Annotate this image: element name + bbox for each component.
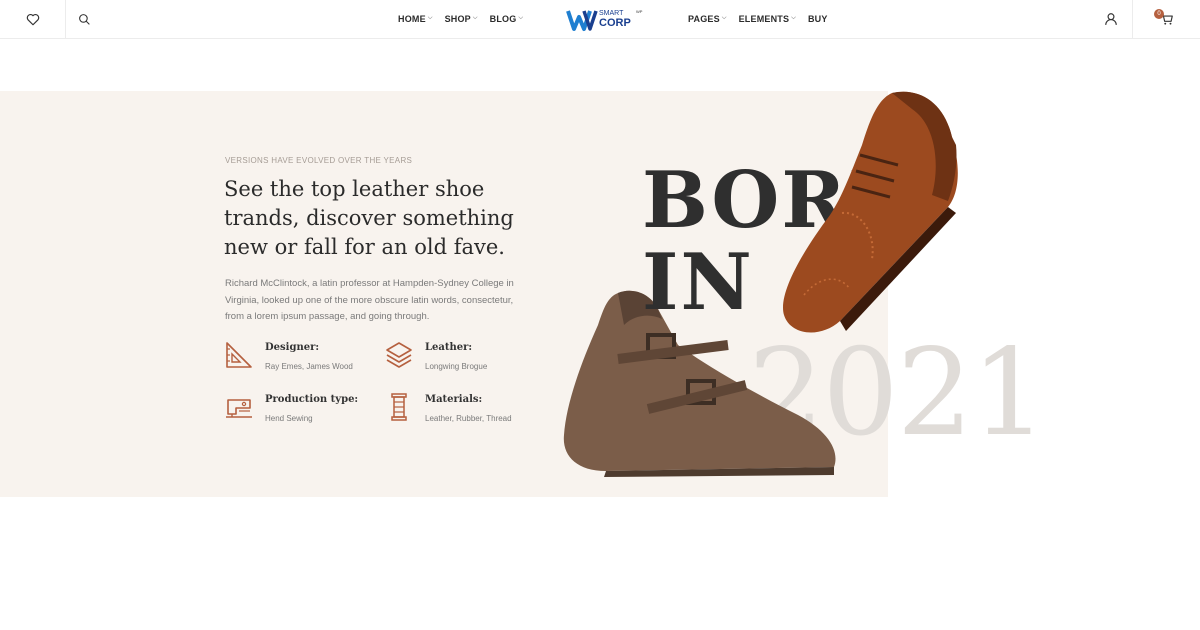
feature-production-type: Production type: Hend Sewing <box>224 392 374 432</box>
nav-item-buy[interactable]: BUY <box>808 14 828 24</box>
logo-mark: SMART CORP WP <box>566 9 643 31</box>
main-nav-right: PAGES ⌵ ELEMENTS ⌵ BUY <box>688 0 840 38</box>
feature-value: Leather, Rubber, Thread <box>425 414 512 423</box>
thread-spool-icon <box>391 393 407 421</box>
sewing-machine-icon <box>226 399 252 418</box>
chevron-down-icon: ⌵ <box>427 14 433 21</box>
logo-text-smart: SMART <box>599 10 624 17</box>
site-logo[interactable]: SMART CORP WP <box>566 5 646 33</box>
nav-item-blog[interactable]: BLOG ⌵ <box>490 14 524 24</box>
main-nav-left: HOME ⌵ SHOP ⌵ BLOG ⌵ <box>398 0 535 38</box>
feature-title: Production type: <box>265 394 359 405</box>
layers-icon <box>386 342 412 368</box>
feature-title: Leather: <box>425 342 473 353</box>
header-right-tools: 0 <box>1092 0 1200 38</box>
svg-text:WP: WP <box>636 9 643 14</box>
nav-label: BLOG <box>489 14 517 24</box>
feature-leather: Leather: Longwing Brogue <box>384 340 534 380</box>
nav-item-home[interactable]: HOME ⌵ <box>398 14 433 24</box>
feature-designer: Designer: Ray Emes, James Wood <box>224 340 374 380</box>
hero-paragraph: Richard McClintock, a latin professor at… <box>225 278 514 322</box>
search-button[interactable] <box>66 0 102 38</box>
feature-value: Hend Sewing <box>265 414 313 423</box>
header-left-tools <box>0 0 102 38</box>
account-button[interactable] <box>1092 0 1130 38</box>
nav-label: ELEMENTS <box>738 14 790 24</box>
feature-value: Longwing Brogue <box>425 362 488 371</box>
feature-title: Materials: <box>425 394 483 405</box>
search-icon <box>78 13 90 25</box>
logo-text-corp: CORP <box>599 17 631 29</box>
hero-headline: See the top leather shoe trands, discove… <box>224 177 514 259</box>
leather-brogue-shoe-image <box>783 91 958 333</box>
feature-title: Designer: <box>265 342 320 353</box>
nav-label: PAGES <box>688 14 720 24</box>
feature-value: Ray Emes, James Wood <box>265 362 353 371</box>
heart-icon <box>26 13 39 25</box>
cart-count-badge: 0 <box>1154 9 1164 19</box>
nav-label: SHOP <box>444 14 471 24</box>
nav-label: BUY <box>807 14 828 24</box>
nav-label: HOME <box>398 14 426 24</box>
site-header: HOME ⌵ SHOP ⌵ BLOG ⌵ SMART CORP WP PAGES ⌵ E… <box>0 0 1200 39</box>
nav-item-elements[interactable]: ELEMENTS ⌵ <box>739 14 796 24</box>
wishlist-button[interactable] <box>0 0 66 38</box>
nav-item-pages[interactable]: PAGES ⌵ <box>688 14 727 24</box>
hero-eyebrow: VERSIONS HAVE EVOLVED OVER THE YEARS <box>225 156 413 165</box>
set-square-icon <box>226 342 252 368</box>
chevron-down-icon: ⌵ <box>518 14 524 21</box>
feature-materials: Materials: Leather, Rubber, Thread <box>384 392 534 432</box>
cart-button[interactable]: 0 <box>1132 0 1200 38</box>
chevron-down-icon: ⌵ <box>721 14 727 21</box>
chevron-down-icon: ⌵ <box>472 14 478 21</box>
user-icon <box>1105 13 1117 25</box>
chevron-down-icon: ⌵ <box>791 14 796 21</box>
nav-item-shop[interactable]: SHOP ⌵ <box>445 14 478 24</box>
